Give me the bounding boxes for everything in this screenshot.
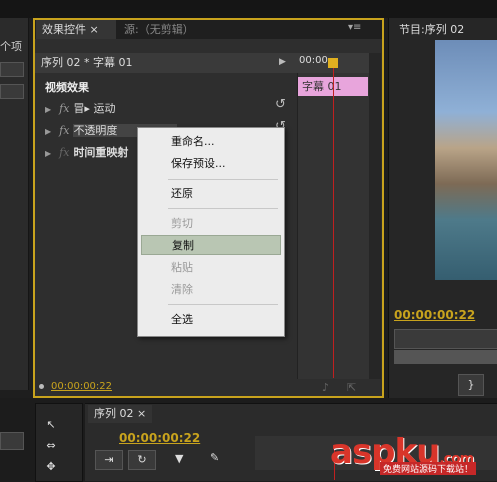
monitor-zoom-bar[interactable] xyxy=(394,350,497,364)
tab-source[interactable]: 源:（无剪辑） xyxy=(118,20,194,39)
audio-icon[interactable]: ♪ xyxy=(322,381,329,394)
menu-separator xyxy=(168,179,278,180)
fx-icon[interactable]: fx xyxy=(59,124,69,137)
expand-triangle-icon[interactable]: ▶ xyxy=(45,127,51,136)
effect-row-motion[interactable]: ▶ fx 冒▸ 运动 xyxy=(45,100,115,116)
context-menu: 重命名... 保存预设... 还原 剪切 复制 粘贴 清除 全选 xyxy=(137,127,285,337)
bottom-left-field[interactable] xyxy=(0,432,24,450)
menu-item-paste: 粘贴 xyxy=(171,261,193,274)
tab-effect-controls[interactable]: 效果控件 × xyxy=(36,20,116,39)
watermark-tagline: 免费网站源码下载站！ xyxy=(380,462,477,475)
menu-item-reset[interactable]: 还原 xyxy=(138,184,284,204)
clip-breadcrumb: 序列 02 * 字幕 01 xyxy=(35,53,297,73)
effect-label: 时间重映射 xyxy=(73,146,129,159)
link-icon[interactable]: ↻ xyxy=(128,450,156,470)
effect-row-time-remap[interactable]: ▶ fx 时间重映射 xyxy=(45,144,128,160)
wrench-icon[interactable]: ✎ xyxy=(210,451,219,464)
mark-out-button[interactable]: } xyxy=(458,374,484,396)
marker-icon[interactable]: ▼ xyxy=(175,452,183,465)
reset-icon[interactable]: ↺ xyxy=(275,97,286,112)
monitor-scrubber[interactable] xyxy=(394,329,497,349)
top-bar xyxy=(0,0,497,18)
menu-item-cut: 剪切 xyxy=(171,217,193,230)
project-panel-label: 个项 xyxy=(0,40,22,53)
vertical-scrollbar[interactable] xyxy=(369,53,381,379)
track-select-icon[interactable]: ⇔ xyxy=(40,437,62,455)
ruler-time: 00:00 xyxy=(299,55,328,66)
tab-sequence[interactable]: 序列 02 × xyxy=(88,405,153,423)
video-effects-heading: 视频效果 xyxy=(45,81,89,94)
menu-separator xyxy=(168,208,278,209)
playhead-handle[interactable] xyxy=(328,58,338,68)
panel-menu-icon[interactable]: ▾≡ xyxy=(348,22,361,33)
menu-item-save-preset[interactable]: 保存预设... xyxy=(138,154,284,174)
expand-triangle-icon[interactable]: ▶ xyxy=(45,105,51,114)
selection-tool-icon[interactable]: ↖ xyxy=(40,416,62,434)
fx-icon[interactable]: fx xyxy=(59,102,69,115)
footer-timecode[interactable]: 00:00:00:22 xyxy=(51,381,112,392)
menu-item-copy[interactable]: 复制 xyxy=(141,235,281,255)
program-timecode[interactable]: 00:00:00:22 xyxy=(394,308,475,322)
project-panel-field[interactable] xyxy=(0,62,24,77)
menu-item-rename[interactable]: 重命名... xyxy=(138,132,284,152)
play-triangle-icon[interactable]: ▶ xyxy=(279,57,286,67)
effect-prefix: 冒▸ xyxy=(73,102,90,115)
project-panel-strip: 个项 xyxy=(0,18,29,390)
fx-icon[interactable]: fx xyxy=(59,146,69,159)
sequence-timecode[interactable]: 00:00:00:22 xyxy=(119,431,200,445)
project-panel-field-2[interactable] xyxy=(0,84,24,99)
menu-item-clear: 清除 xyxy=(171,283,193,296)
menu-item-select-all[interactable]: 全选 xyxy=(138,310,284,330)
ripple-edit-icon[interactable]: ✥ xyxy=(40,458,62,476)
menu-separator xyxy=(168,304,278,305)
video-preview xyxy=(435,40,497,280)
effect-label: 运动 xyxy=(93,102,116,115)
expand-triangle-icon[interactable]: ▶ xyxy=(45,149,51,158)
export-icon[interactable]: ⇱ xyxy=(347,381,356,394)
tab-program[interactable]: 节目:序列 02 xyxy=(399,20,464,39)
playhead-line xyxy=(333,60,334,378)
snap-icon[interactable]: ⇥ xyxy=(95,450,123,470)
timecode-dot-icon xyxy=(39,384,44,389)
